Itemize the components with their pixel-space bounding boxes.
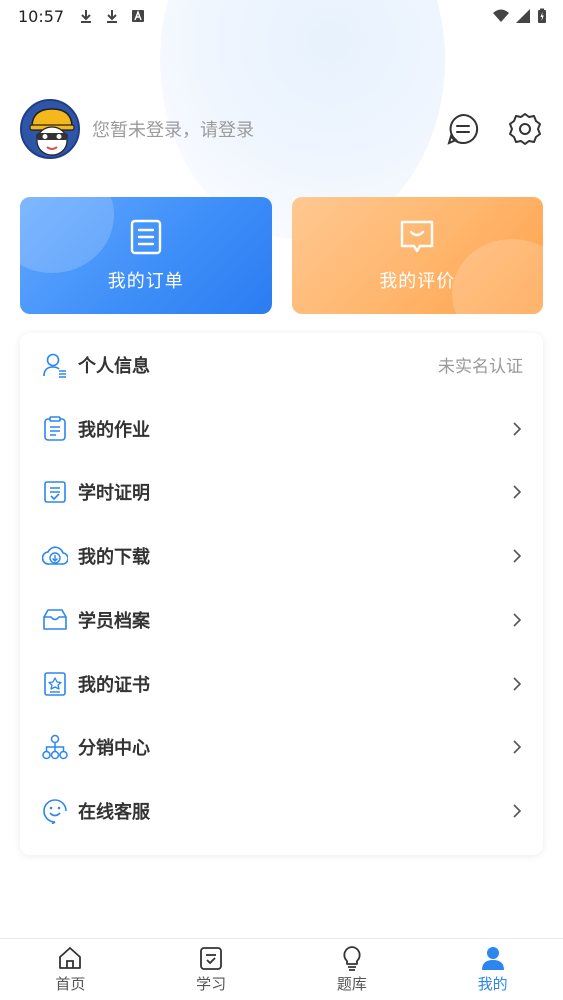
quick-cards: 我的订单 我的评价 <box>20 197 543 314</box>
question-bank-icon <box>343 946 361 971</box>
menu-label: 在线客服 <box>78 802 150 824</box>
review-icon <box>401 220 434 252</box>
download-notification-icon <box>107 10 118 23</box>
menu-label: 学员档案 <box>78 610 150 632</box>
card-decoration <box>451 239 543 314</box>
tab-label: 我的 <box>477 975 508 993</box>
status-bar: 10:57 <box>0 0 563 32</box>
order-icon <box>130 219 161 254</box>
me-icon <box>481 947 504 970</box>
tab-label: 题库 <box>336 975 367 993</box>
avatar-illustration <box>22 101 78 157</box>
tab-label: 学习 <box>196 975 227 993</box>
card-label: 我的评价 <box>379 270 456 292</box>
battery-icon <box>538 8 546 23</box>
menu-label: 我的下载 <box>78 547 150 569</box>
menu-item-homework[interactable]: 我的作业 <box>20 397 543 461</box>
header-actions <box>445 111 543 147</box>
chevron-right-icon <box>513 613 522 627</box>
avatar[interactable] <box>20 99 80 159</box>
message-icon <box>447 113 479 145</box>
app-notification-icon <box>132 10 145 22</box>
home-icon <box>59 947 82 969</box>
chevron-right-icon <box>513 485 522 499</box>
menu-label: 分销中心 <box>78 738 150 760</box>
chevron-right-icon <box>513 740 522 754</box>
tab-question-bank[interactable]: 题库 <box>282 939 423 1000</box>
customer-service-icon <box>43 799 67 825</box>
bottom-tab-bar: 首页 学习 题库 我的 <box>0 938 563 1000</box>
homework-icon <box>44 415 66 441</box>
tab-home[interactable]: 首页 <box>0 939 141 1000</box>
menu-item-downloads[interactable]: 我的下载 <box>20 524 543 588</box>
menu-item-personal-info[interactable]: 个人信息 未实名认证 <box>20 333 543 397</box>
distribution-icon <box>42 735 68 760</box>
signal-icon <box>516 9 530 23</box>
status-system-icons <box>493 8 547 24</box>
settings-button[interactable] <box>507 111 543 147</box>
tab-label: 首页 <box>55 975 86 993</box>
card-label: 我的订单 <box>107 270 184 292</box>
menu-label: 我的作业 <box>78 419 150 441</box>
profile-header: 您暂未登录，请登录 <box>20 98 543 160</box>
chevron-right-icon <box>513 422 522 436</box>
archive-icon <box>43 609 67 630</box>
menu-label: 学时证明 <box>78 483 150 505</box>
user-info-icon <box>43 353 66 378</box>
menu-item-distribution-center[interactable]: 分销中心 <box>20 716 543 780</box>
my-orders-card[interactable]: 我的订单 <box>20 197 272 314</box>
menu-list: 个人信息 未实名认证 我的作业 学时证明 我的下载 学员档案 我的证书 分销中心… <box>20 333 543 855</box>
chevron-right-icon <box>513 677 522 691</box>
status-notifications <box>78 8 146 24</box>
gear-icon <box>509 113 541 145</box>
tab-study[interactable]: 学习 <box>141 939 282 1000</box>
status-time: 10:57 <box>18 6 65 26</box>
download-icon <box>42 546 68 565</box>
menu-item-study-hours[interactable]: 学时证明 <box>20 461 543 525</box>
menu-label: 个人信息 <box>78 355 150 377</box>
verification-status: 未实名认证 <box>438 357 523 378</box>
study-icon <box>200 947 223 970</box>
chevron-right-icon <box>513 549 522 563</box>
menu-item-student-archive[interactable]: 学员档案 <box>20 588 543 652</box>
download-notification-icon <box>81 10 92 23</box>
card-decoration <box>20 197 114 273</box>
certificate-icon <box>44 671 66 696</box>
wifi-icon <box>493 9 509 22</box>
menu-item-online-service[interactable]: 在线客服 <box>20 779 543 843</box>
my-reviews-card[interactable]: 我的评价 <box>291 197 543 314</box>
menu-label: 我的证书 <box>78 674 150 696</box>
message-button[interactable] <box>445 111 481 147</box>
login-prompt[interactable]: 您暂未登录，请登录 <box>92 116 254 142</box>
tab-me[interactable]: 我的 <box>422 939 563 1000</box>
chevron-right-icon <box>513 804 522 818</box>
menu-item-certificates[interactable]: 我的证书 <box>20 652 543 716</box>
study-hours-icon <box>44 481 66 504</box>
